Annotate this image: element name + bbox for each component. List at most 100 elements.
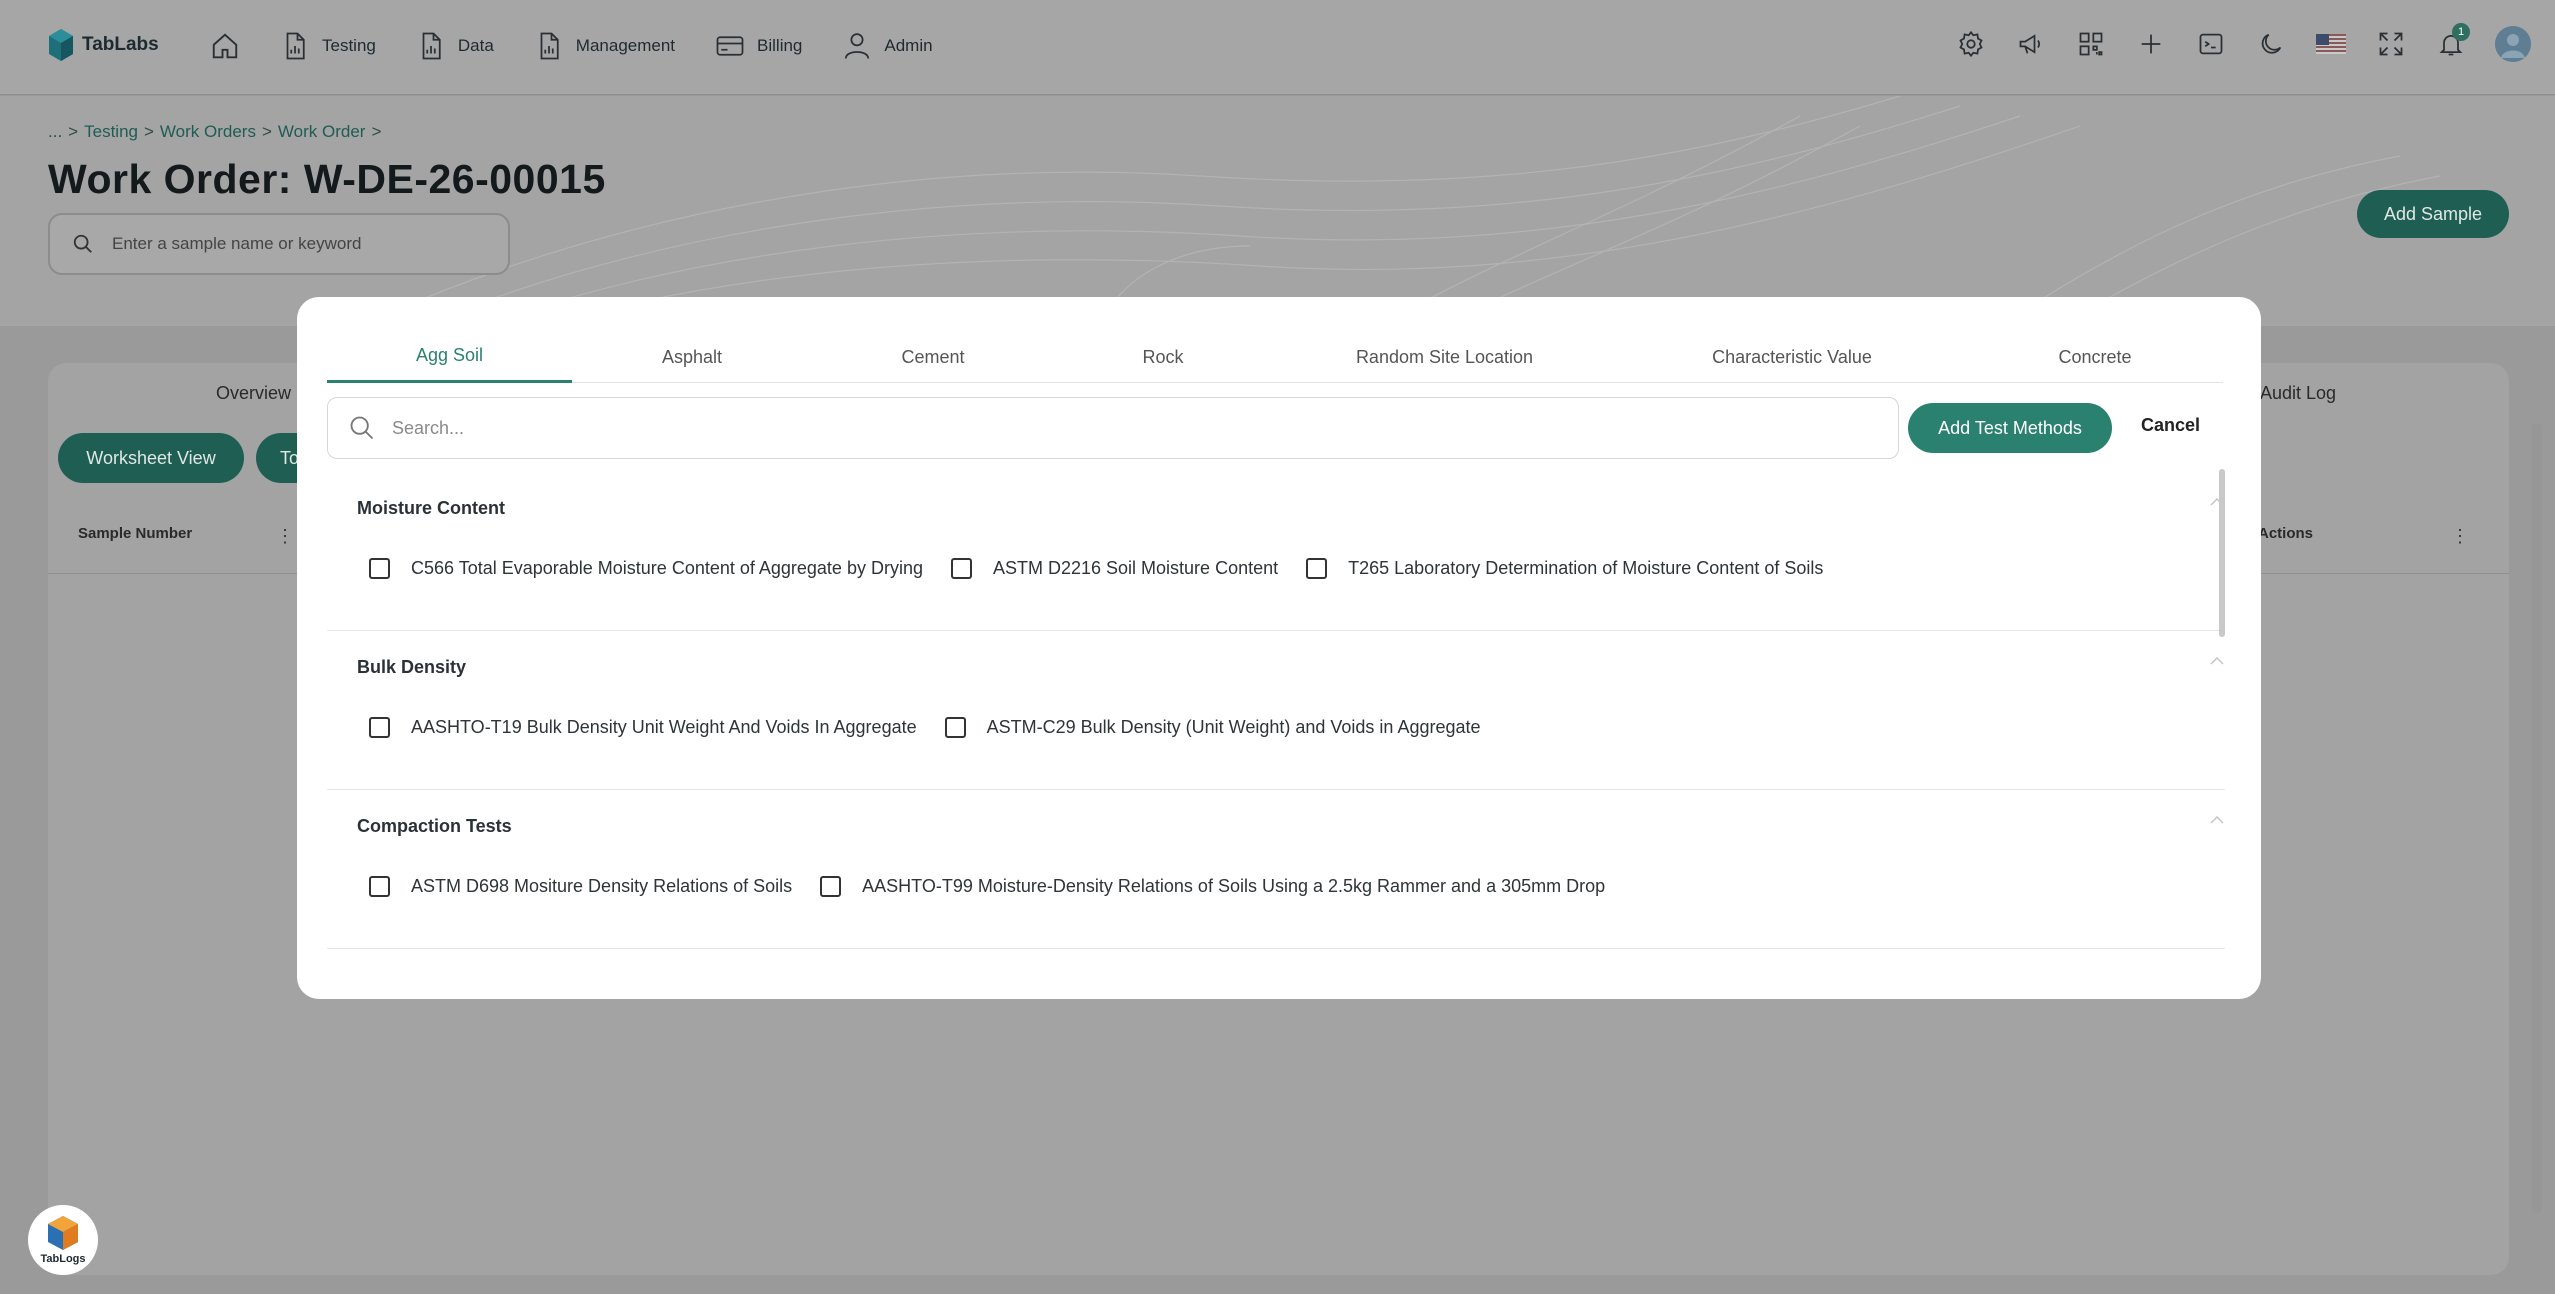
test-method-label: AASHTO-T99 Moisture-Density Relations of… <box>862 876 1606 896</box>
breadcrumb-testing[interactable]: Testing <box>84 122 138 142</box>
home-icon <box>212 33 238 59</box>
nav-billing[interactable]: Billing <box>715 28 802 64</box>
breadcrumb-separator: > <box>371 122 382 141</box>
tab-random-site-location[interactable]: Random Site Location <box>1272 331 1617 383</box>
dark-mode-toggle[interactable] <box>2255 29 2286 60</box>
test-method-groups: Moisture Content C566 Total Evaporable M… <box>327 472 2225 982</box>
checkbox[interactable] <box>369 558 390 579</box>
test-method-label: ASTM-C29 Bulk Density (Unit Weight) and … <box>986 717 1481 737</box>
tablogs-logo-icon <box>48 1216 78 1250</box>
group-title: Moisture Content <box>357 498 505 518</box>
test-method-option[interactable]: ASTM-C29 Bulk Density (Unit Weight) and … <box>944 717 1481 738</box>
tab-agg-soil[interactable]: Agg Soil <box>327 331 572 383</box>
nav-admin-label: Admin <box>884 36 933 55</box>
group-moisture-content: Moisture Content C566 Total Evaporable M… <box>327 472 2225 631</box>
test-method-option[interactable]: ASTM D698 Mositure Density Relations of … <box>369 876 792 897</box>
nav-testing[interactable]: Testing <box>280 28 376 64</box>
qr-code-button[interactable] <box>2075 29 2106 60</box>
chevron-up-icon[interactable] <box>2209 655 2225 667</box>
credit-card-icon <box>716 36 744 56</box>
megaphone-icon <box>2019 34 2040 54</box>
tab-rock[interactable]: Rock <box>1054 331 1272 383</box>
page-header: ... > Testing > Work Orders > Work Order… <box>0 96 2555 326</box>
breadcrumb: ... > Testing > Work Orders > Work Order… <box>48 122 381 142</box>
test-method-option[interactable]: C566 Total Evaporable Moisture Content o… <box>369 558 923 579</box>
test-method-option[interactable]: AASHTO-T19 Bulk Density Unit Weight And … <box>369 717 917 738</box>
tab-overview[interactable]: Overview <box>216 383 291 404</box>
test-method-label: AASHTO-T19 Bulk Density Unit Weight And … <box>411 717 917 737</box>
modal-scrollbar-thumb[interactable] <box>2219 469 2225 637</box>
actions-menu-icon[interactable]: ⋮ <box>2451 526 2469 547</box>
add-test-methods-button[interactable]: Add Test Methods <box>1908 403 2112 453</box>
checkbox[interactable] <box>1306 558 1328 579</box>
breadcrumb-ellipsis[interactable]: ... <box>48 122 62 142</box>
page-title: Work Order: W-DE-26-00015 <box>48 156 606 202</box>
group-title: Compaction Tests <box>357 816 512 836</box>
test-method-label: C566 Total Evaporable Moisture Content o… <box>411 558 923 578</box>
nav-management[interactable]: Management <box>534 28 675 64</box>
column-actions: Actions <box>2258 525 2314 542</box>
notifications-button[interactable]: 1 <box>2435 22 2470 60</box>
checkbox[interactable] <box>369 876 390 897</box>
breadcrumb-work-order[interactable]: Work Order <box>278 122 366 142</box>
breadcrumb-separator: > <box>143 122 154 141</box>
top-navbar: TabLabs Testing Data Management Billing … <box>0 0 2555 95</box>
nav-admin[interactable]: Admin <box>842 28 933 64</box>
terminal-button[interactable] <box>2195 29 2226 60</box>
nav-data-label: Data <box>457 36 494 55</box>
worksheet-view-button[interactable]: Worksheet View <box>58 433 244 483</box>
nav-testing-label: Testing <box>322 36 376 55</box>
nav-management-label: Management <box>575 36 676 55</box>
topographic-background <box>359 96 2441 326</box>
checkbox[interactable] <box>369 717 390 738</box>
test-method-label: ASTM D2216 Soil Moisture Content <box>992 558 1279 578</box>
announcements-button[interactable] <box>2015 29 2046 60</box>
document-chart-icon <box>422 32 441 60</box>
document-chart-icon <box>540 32 559 60</box>
group-title: Bulk Density <box>357 657 467 677</box>
tablabs-logo-icon <box>49 29 73 61</box>
test-method-option[interactable]: AASHTO-T99 Moisture-Density Relations of… <box>820 876 1605 897</box>
checkbox[interactable] <box>944 717 966 738</box>
nav-data[interactable]: Data <box>416 28 494 64</box>
tablogs-label: TabLogs <box>40 1253 86 1265</box>
terminal-icon <box>2199 33 2222 55</box>
brand-logo[interactable]: TabLabs <box>48 28 159 62</box>
settings-button[interactable] <box>1955 29 1986 60</box>
test-method-option[interactable]: T265 Laboratory Determination of Moistur… <box>1306 558 1823 579</box>
fullscreen-button[interactable] <box>2375 29 2406 60</box>
breadcrumb-separator: > <box>261 122 272 141</box>
group-bulk-density: Bulk Density AASHTO-T19 Bulk Density Uni… <box>327 631 2225 790</box>
tab-asphalt[interactable]: Asphalt <box>572 331 812 383</box>
tab-audit-log[interactable]: Audit Log <box>2260 383 2336 404</box>
sample-search-input[interactable]: Enter a sample name or keyword <box>48 213 510 275</box>
top-toolbar: 1 <box>1955 22 2531 62</box>
add-button[interactable] <box>2135 29 2166 60</box>
breadcrumb-separator: > <box>68 122 79 141</box>
main-nav: Testing Data Management Billing Admin <box>210 28 973 64</box>
tab-cement[interactable]: Cement <box>812 331 1054 383</box>
expand-icon <box>2379 32 2402 56</box>
test-method-search-input[interactable]: Search... <box>327 397 1899 459</box>
language-button[interactable] <box>2315 29 2346 60</box>
plus-icon <box>2141 34 2160 54</box>
checkbox[interactable] <box>950 558 972 579</box>
card-scrollbar[interactable] <box>2532 423 2542 1213</box>
breadcrumb-work-orders[interactable]: Work Orders <box>160 122 256 142</box>
tab-concrete[interactable]: Concrete <box>1967 331 2223 383</box>
nav-billing-label: Billing <box>757 36 803 55</box>
qr-code-icon <box>2079 32 2102 56</box>
test-method-label: T265 Laboratory Determination of Moistur… <box>1348 558 1824 578</box>
group-items: ASTM D698 Mositure Density Relations of … <box>369 876 1633 897</box>
group-compaction-tests: Compaction Tests ASTM D698 Mositure Dens… <box>327 790 2225 949</box>
add-sample-button[interactable]: Add Sample <box>2357 190 2509 238</box>
avatar[interactable] <box>2495 26 2531 62</box>
test-method-option[interactable]: ASTM D2216 Soil Moisture Content <box>950 558 1279 579</box>
tab-characteristic-value[interactable]: Characteristic Value <box>1617 331 1967 383</box>
nav-home[interactable] <box>210 28 240 64</box>
tablogs-widget[interactable]: TabLogs <box>28 1205 98 1275</box>
column-menu-icon[interactable]: ⋮ <box>276 526 294 547</box>
chevron-up-icon[interactable] <box>2209 814 2225 826</box>
checkbox[interactable] <box>820 876 842 897</box>
cancel-button[interactable]: Cancel <box>2141 415 2200 436</box>
